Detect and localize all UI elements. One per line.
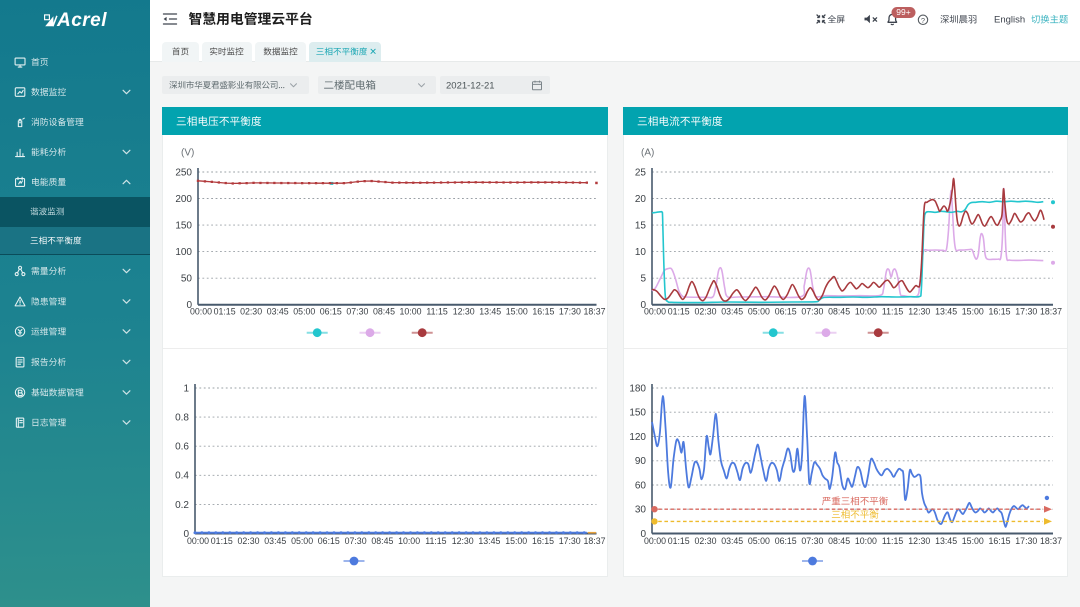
svg-text:00:00: 00:00 [187,536,209,546]
svg-text:17:30: 17:30 [559,536,581,546]
svg-text:5: 5 [640,274,646,285]
svg-text:08:45: 08:45 [828,307,850,317]
svg-text:11:15: 11:15 [426,307,447,317]
svg-text:50: 50 [181,274,193,285]
svg-text:07:30: 07:30 [801,307,823,317]
svg-text:0.4: 0.4 [175,471,189,482]
svg-text:10:00: 10:00 [399,307,421,317]
svg-text:02:30: 02:30 [237,536,259,546]
svg-text:01:15: 01:15 [668,536,690,546]
svg-text:16:15: 16:15 [988,307,1010,317]
svg-text:02:30: 02:30 [694,307,716,317]
svg-text:(V): (V) [181,148,194,159]
svg-text:?: ? [921,16,925,25]
svg-text:1: 1 [183,383,189,394]
svg-text:12:30: 12:30 [452,536,474,546]
svg-text:00:00: 00:00 [644,536,666,546]
svg-text:20: 20 [635,194,647,205]
svg-text:15:00: 15:00 [505,536,527,546]
svg-text:08:45: 08:45 [373,307,395,317]
svg-text:16:15: 16:15 [988,536,1010,546]
svg-text:15: 15 [635,221,647,232]
svg-text:05:00: 05:00 [291,536,313,546]
svg-text:13:45: 13:45 [478,536,500,546]
svg-text:05:00: 05:00 [748,536,770,546]
svg-text:03:45: 03:45 [267,307,289,317]
svg-text:05:00: 05:00 [748,307,770,317]
svg-text:18:37: 18:37 [1040,307,1062,317]
svg-text:2021-12-21: 2021-12-21 [446,80,495,91]
svg-text:13:45: 13:45 [935,307,957,317]
svg-text:15:00: 15:00 [962,307,984,317]
svg-text:08:45: 08:45 [371,536,393,546]
svg-text:07:30: 07:30 [345,536,367,546]
svg-text:07:30: 07:30 [801,536,823,546]
svg-text:01:15: 01:15 [668,307,690,317]
svg-text:99+: 99+ [896,7,910,17]
svg-text:13:45: 13:45 [479,307,501,317]
svg-text:10: 10 [635,247,647,258]
svg-text:18:37: 18:37 [1040,536,1062,546]
svg-text:17:30: 17:30 [1015,536,1037,546]
svg-text:100: 100 [175,247,192,258]
svg-text:00:00: 00:00 [644,307,666,317]
svg-text:11:15: 11:15 [882,307,903,317]
svg-text:03:45: 03:45 [721,307,743,317]
svg-text:03:45: 03:45 [264,536,286,546]
svg-text:English: English [994,15,1025,26]
svg-text:06:15: 06:15 [318,536,340,546]
svg-text:01:15: 01:15 [214,307,236,317]
svg-text:18:37: 18:37 [583,307,605,317]
svg-text:10:00: 10:00 [398,536,420,546]
svg-text:150: 150 [175,221,192,232]
svg-text:17:30: 17:30 [1015,307,1037,317]
svg-text:08:45: 08:45 [828,536,850,546]
svg-text:60: 60 [635,480,647,491]
svg-text:25: 25 [635,167,647,178]
svg-text:06:15: 06:15 [320,307,342,317]
svg-text:180: 180 [629,383,646,394]
svg-text:03:45: 03:45 [721,536,743,546]
svg-text:12:30: 12:30 [908,536,930,546]
svg-text:06:15: 06:15 [775,536,797,546]
svg-text:12:30: 12:30 [453,307,475,317]
svg-text:120: 120 [629,432,646,443]
svg-text:0.8: 0.8 [175,413,189,424]
svg-text:06:15: 06:15 [775,307,797,317]
svg-text:10:00: 10:00 [855,307,877,317]
svg-text:12:30: 12:30 [908,307,930,317]
svg-text:90: 90 [635,456,647,467]
svg-text:150: 150 [629,408,646,419]
svg-text:15:00: 15:00 [506,307,528,317]
svg-text:0.6: 0.6 [175,442,189,453]
svg-text:0.2: 0.2 [175,500,189,511]
svg-text:11:15: 11:15 [882,536,903,546]
svg-text:02:30: 02:30 [694,536,716,546]
svg-text:18:37: 18:37 [583,536,605,546]
svg-text:13:45: 13:45 [935,536,957,546]
svg-text:07:30: 07:30 [346,307,368,317]
svg-text:00:00: 00:00 [190,307,212,317]
svg-text:17:30: 17:30 [559,307,581,317]
svg-text:(A): (A) [641,148,654,159]
svg-text:250: 250 [175,167,192,178]
svg-text:200: 200 [175,194,192,205]
svg-text:15:00: 15:00 [962,536,984,546]
svg-text:16:15: 16:15 [532,536,554,546]
svg-text:02:30: 02:30 [240,307,262,317]
svg-text:10:00: 10:00 [855,536,877,546]
svg-text:01:15: 01:15 [211,536,233,546]
svg-text:30: 30 [635,505,647,516]
svg-text:11:15: 11:15 [425,536,446,546]
svg-text:05:00: 05:00 [293,307,315,317]
svg-text:16:15: 16:15 [532,307,554,317]
